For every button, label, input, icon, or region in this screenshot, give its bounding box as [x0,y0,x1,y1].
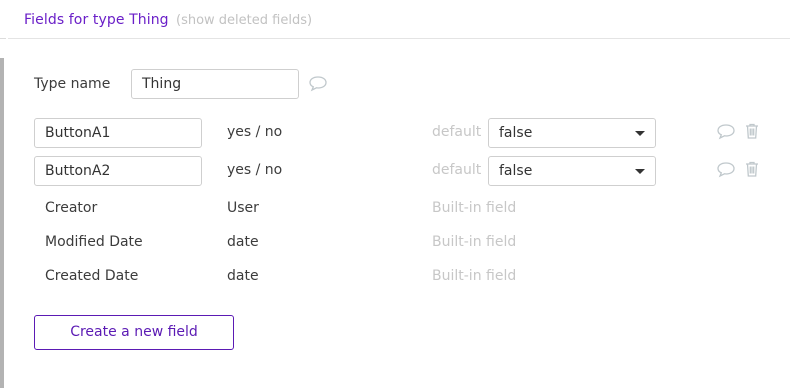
left-accent-bar [0,58,4,388]
builtin-field-note: Built-in field [432,234,517,250]
trash-icon[interactable] [743,160,763,178]
field-name-input[interactable]: ButtonA1 [34,118,202,148]
default-label: default [432,124,482,140]
builtin-field-type: date [227,234,259,250]
caret-down-icon [635,169,645,174]
default-value-select[interactable]: false [488,118,656,148]
field-type: yes / no [227,162,283,178]
default-value-text: false [499,163,533,179]
trash-icon[interactable] [743,122,763,140]
speech-bubble-icon[interactable] [716,123,736,141]
type-name-input[interactable]: Thing [131,69,299,99]
page-title[interactable]: Fields for type Thing [24,12,169,28]
builtin-field-note: Built-in field [432,200,517,216]
show-deleted-fields-link[interactable]: (show deleted fields) [176,13,312,28]
default-value-select[interactable]: false [488,156,656,186]
speech-bubble-icon[interactable] [716,161,736,179]
create-new-field-button[interactable]: Create a new field [34,315,234,350]
header-divider-left [0,38,6,39]
builtin-field-name: Created Date [45,268,139,284]
field-type: yes / no [227,124,283,140]
builtin-field-name: Creator [45,200,98,216]
builtin-field-name: Modified Date [45,234,143,250]
builtin-field-type: date [227,268,259,284]
type-name-label: Type name [34,76,111,92]
field-name-input[interactable]: ButtonA2 [34,156,202,186]
header-divider [8,38,790,39]
speech-bubble-icon[interactable] [308,75,328,93]
caret-down-icon [635,131,645,136]
default-label: default [432,162,482,178]
builtin-field-note: Built-in field [432,268,517,284]
builtin-field-type: User [227,200,259,216]
default-value-text: false [499,125,533,141]
